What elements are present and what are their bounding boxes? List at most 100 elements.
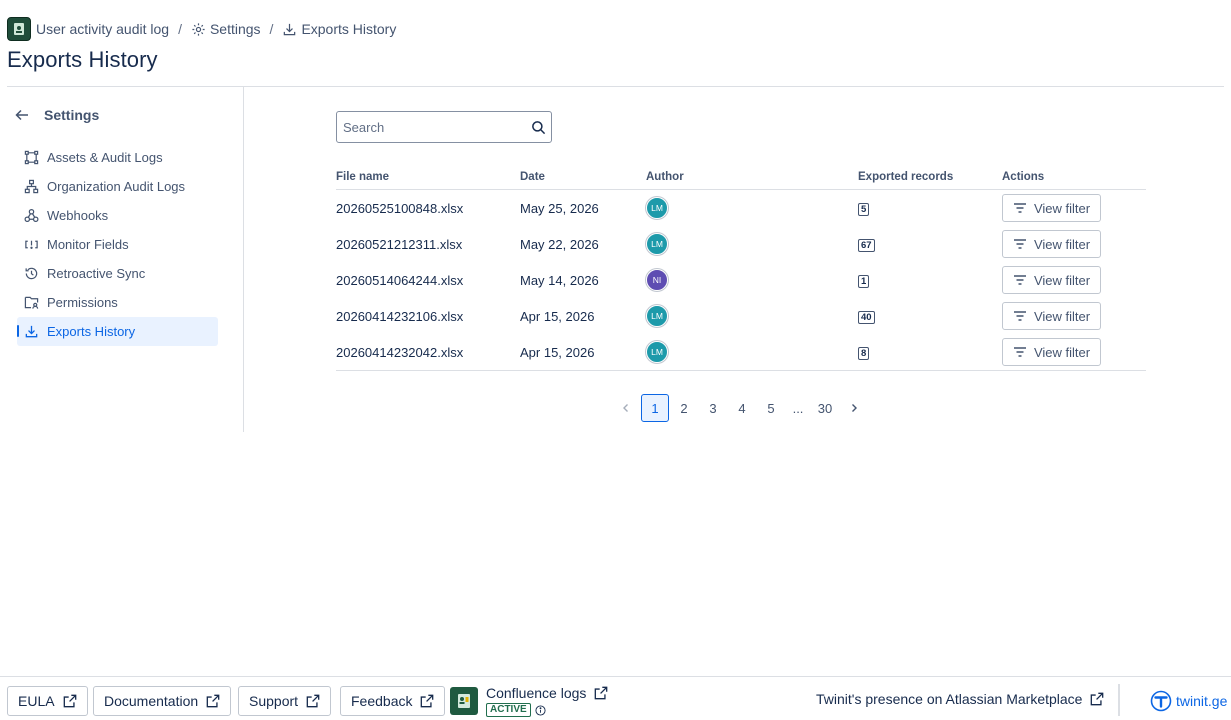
marketplace-label: Twinit's presence on Atlassian Marketpla… [816, 691, 1083, 707]
page-button-2[interactable]: 2 [670, 394, 698, 422]
view-filter-label: View filter [1033, 200, 1091, 216]
breadcrumb-exports-history[interactable]: Exports History [282, 21, 396, 37]
twinit-brand-link[interactable]: twinit.ge [1150, 690, 1227, 712]
date-cell: Apr 15, 2026 [520, 308, 595, 324]
actions-cell: View filter [1002, 230, 1146, 258]
author-cell: LM [646, 197, 858, 219]
pagination-ellipsis: ... [792, 400, 804, 416]
date-cell: May 22, 2026 [520, 236, 599, 252]
sidebar-item-exports-history[interactable]: Exports History [17, 317, 218, 346]
exported-records-cell: 8 [858, 344, 1002, 360]
back-button[interactable] [12, 105, 32, 125]
search-button[interactable] [525, 113, 551, 141]
page-button-3[interactable]: 3 [699, 394, 727, 422]
external-link-icon [1091, 692, 1104, 706]
view-filter-label: View filter [1033, 236, 1091, 252]
table-row: 20260414232106.xlsx Apr 15, 2026 LM 40 View … [336, 298, 1146, 334]
page-button-5[interactable]: 5 [757, 394, 785, 422]
table-header: File name Date Author Exported records A… [336, 164, 1146, 190]
column-header-file-name[interactable]: File name [336, 171, 520, 183]
external-link-icon [206, 694, 220, 708]
external-link-icon [595, 686, 608, 700]
gear-icon [192, 22, 205, 36]
table-row: 20260525100848.xlsx May 25, 2026 LM 5 View f… [336, 190, 1146, 226]
table-row: 20260514064244.xlsx May 14, 2026 NI 1 View f… [336, 262, 1146, 298]
sidebar-item-organization-audit-logs[interactable]: Organization Audit Logs [17, 172, 218, 201]
feedback-link[interactable]: Feedback [340, 686, 446, 716]
sidebar-item-label: Permissions [47, 295, 118, 310]
webhook-icon [24, 208, 39, 223]
view-filter-button[interactable]: View filter [1002, 230, 1101, 258]
exported-records-cell: 5 [858, 200, 1002, 216]
actions-cell: View filter [1002, 194, 1146, 222]
info-icon[interactable] [535, 704, 546, 716]
external-link-icon [306, 694, 320, 708]
twinit-brand-label: twinit.ge [1176, 693, 1228, 709]
avatar[interactable]: NI [646, 269, 668, 291]
breadcrumb-app[interactable]: User activity audit log [36, 21, 169, 37]
table-row: 20260414232042.xlsx Apr 15, 2026 LM 8 View f… [336, 334, 1146, 370]
sidebar-item-monitor-fields[interactable]: Monitor Fields [17, 230, 218, 259]
avatar[interactable]: LM [646, 305, 668, 327]
file-name-cell: 20260525100848.xlsx [336, 200, 464, 216]
file-name-cell: 20260414232106.xlsx [336, 308, 464, 324]
sidebar-item-label: Organization Audit Logs [47, 179, 186, 194]
page-button-last[interactable]: 30 [811, 394, 839, 422]
date-cell: Apr 15, 2026 [520, 344, 595, 360]
eula-label: EULA [18, 693, 55, 709]
breadcrumb-settings[interactable]: Settings [191, 21, 261, 37]
monitor-fields-icon [25, 240, 38, 249]
exported-records-cell: 67 [858, 236, 1002, 252]
avatar[interactable]: LM [646, 233, 668, 255]
permissions-icon [24, 296, 39, 309]
exported-records-cell: 40 [858, 308, 1002, 324]
sidebar-item-permissions[interactable]: Permissions [17, 288, 218, 317]
page-button-4[interactable]: 4 [728, 394, 756, 422]
org-tree-icon [24, 179, 39, 194]
view-filter-button[interactable]: View filter [1002, 302, 1101, 330]
author-cell: NI [646, 269, 858, 291]
table-row: 20260521212311.xlsx May 22, 2026 LM 67 View … [336, 226, 1146, 262]
app-logo-icon[interactable] [7, 17, 31, 41]
support-label: Support [249, 693, 299, 709]
breadcrumb-settings-label: Settings [209, 21, 261, 37]
column-header-author[interactable]: Author [646, 171, 858, 183]
assets-icon [24, 150, 39, 165]
sidebar-item-label: Exports History [47, 324, 136, 339]
search-input[interactable] [337, 113, 525, 141]
file-name-cell: 20260414232042.xlsx [336, 344, 464, 360]
view-filter-button[interactable]: View filter [1002, 338, 1101, 366]
next-page-button[interactable] [840, 394, 868, 422]
sidebar-item-assets-audit-logs[interactable]: Assets & Audit Logs [17, 143, 218, 172]
view-filter-button[interactable]: View filter [1002, 194, 1101, 222]
view-filter-label: View filter [1033, 272, 1091, 288]
documentation-label: Documentation [104, 693, 199, 709]
status-badge: ACTIVE [486, 703, 531, 717]
sidebar-title: Settings [44, 107, 100, 123]
avatar[interactable]: LM [646, 341, 668, 363]
arrow-left-icon [15, 109, 28, 121]
breadcrumb-app-label: User activity audit log [36, 21, 170, 37]
atlassian-marketplace-link[interactable]: Twinit's presence on Atlassian Marketpla… [816, 691, 1104, 707]
documentation-link[interactable]: Documentation [93, 686, 232, 716]
author-cell: LM [646, 305, 858, 327]
external-link-icon [63, 694, 76, 708]
feedback-label: Feedback [351, 693, 413, 709]
search-box [336, 111, 552, 143]
previous-page-button[interactable] [612, 394, 640, 422]
page-button-1[interactable]: 1 [641, 394, 669, 422]
view-filter-button[interactable]: View filter [1002, 266, 1101, 294]
column-header-date[interactable]: Date [520, 171, 646, 183]
confluence-logs-link[interactable]: Confluence logs [486, 685, 608, 701]
author-cell: LM [646, 233, 858, 255]
file-name-cell: 20260521212311.xlsx [336, 236, 463, 252]
sidebar-item-retroactive-sync[interactable]: Retroactive Sync [17, 259, 218, 288]
avatar[interactable]: LM [646, 197, 668, 219]
support-link[interactable]: Support [238, 686, 332, 716]
download-icon [284, 23, 296, 35]
sidebar-item-webhooks[interactable]: Webhooks [17, 201, 218, 230]
table-body: 20260525100848.xlsx May 25, 2026 LM 5 View f… [336, 190, 1146, 371]
column-header-exported-records[interactable]: Exported records [858, 171, 1002, 183]
actions-cell: View filter [1002, 302, 1146, 330]
eula-link[interactable]: EULA [7, 686, 88, 716]
